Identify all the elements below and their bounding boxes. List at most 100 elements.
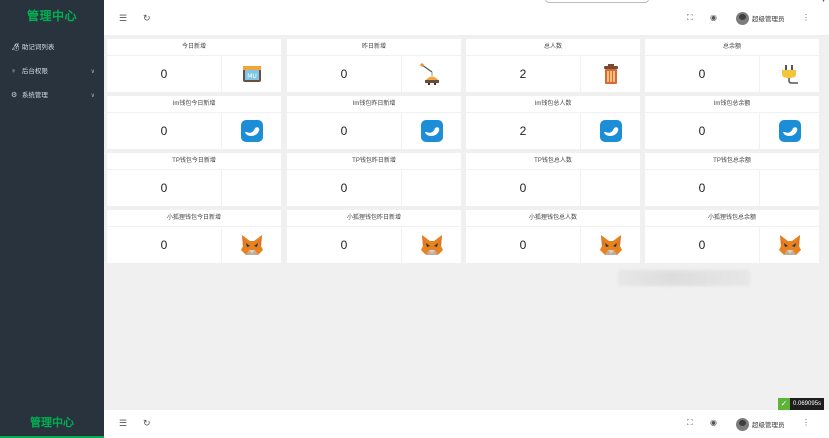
timer-value: 0.069095s [793, 401, 822, 407]
sidebar-item-permissions[interactable]: ♀︎ 后台权限 ∨ [0, 60, 104, 84]
stat-card-value: 0 [519, 238, 527, 252]
menu-toggle-icon[interactable]: ☰ [119, 418, 127, 428]
stat-card-title: Im钱包总人数 [466, 96, 640, 113]
stat-card-value: 0 [698, 181, 706, 195]
footer-brand[interactable]: 管理中心 [0, 410, 104, 437]
stat-card: 小狐狸钱包昨日新增 0 [287, 210, 461, 263]
blurred-overlay [618, 270, 750, 286]
trash-can-icon [602, 63, 620, 85]
menu-toggle-icon[interactable]: ☰ [119, 13, 127, 23]
stat-card-title: Im钱包今日新增 [107, 96, 281, 113]
top-header: ▼ ☰ ↻ ⛶ ◉ 超级管理员 ⋮ [104, 0, 829, 36]
theme-icon[interactable]: ◉ [710, 13, 717, 23]
stat-card-title: 小狐狸钱包总人数 [466, 210, 640, 227]
metamask-fox-icon [599, 234, 623, 256]
refresh-icon[interactable]: ↻ [143, 13, 151, 23]
stat-card-title: TP钱包总余额 [645, 153, 819, 170]
stat-card-value: 0 [340, 181, 348, 195]
stat-card-icon-box [401, 170, 461, 206]
stat-card-title: 小狐狸钱包今日新增 [107, 210, 281, 227]
caret-down-icon[interactable]: ▼ [821, 0, 826, 4]
refresh-icon[interactable]: ↻ [143, 418, 151, 428]
stat-card-value: 0 [698, 67, 706, 81]
debug-timer[interactable]: ✓ 0.069095s [778, 398, 825, 410]
stat-card-title: TP钱包今日新增 [107, 153, 281, 170]
stat-card: 今日新增 0 [107, 39, 281, 92]
sidebar-item-system[interactable]: ⚙︎ 系统管理 ∨ [0, 84, 104, 108]
plug-icon [779, 63, 801, 85]
user-name: 超级管理员 [752, 422, 785, 429]
stat-card-title: 小狐狸钱包总余额 [645, 210, 819, 227]
stat-card-icon-box [401, 227, 461, 263]
stat-card: 总人数 2 [466, 39, 640, 92]
lock-icon: 🔏︎ [11, 44, 20, 51]
user-icon: ♀︎ [11, 68, 17, 75]
stat-card-icon-box [221, 170, 281, 206]
stat-card: 小狐狸钱包总人数 0 [466, 210, 640, 263]
stat-card-icon-box [221, 227, 281, 263]
stat-card-icon-box [221, 113, 281, 149]
stat-card-value: 0 [160, 181, 168, 195]
stat-card-value: 2 [519, 67, 527, 81]
stat-card: TP钱包总余额 0 [645, 153, 819, 206]
stat-card: TP钱包总人数 0 [466, 153, 640, 206]
user-menu[interactable]: 超级管理员 [736, 11, 785, 25]
stat-card-title: TP钱包总人数 [466, 153, 640, 170]
stat-card: 小狐狸钱包今日新增 0 [107, 210, 281, 263]
metamask-fox-icon [778, 234, 802, 256]
stat-card-value: 2 [519, 124, 527, 138]
stat-card-value: 0 [340, 124, 348, 138]
stat-card: Im钱包今日新增 0 [107, 96, 281, 149]
stat-card: 总余额 0 [645, 39, 819, 92]
metamask-fox-icon [420, 234, 444, 256]
stat-card-title: 昨日新增 [287, 39, 461, 56]
footer-sidebar: 管理中心 [0, 410, 104, 438]
stat-card: 小狐狸钱包总余额 0 [645, 210, 819, 263]
stat-card-icon-box [580, 227, 640, 263]
stat-card-title: 总人数 [466, 39, 640, 56]
stat-card-title: Im钱包总余额 [645, 96, 819, 113]
chevron-down-icon: ∨ [90, 69, 95, 75]
stat-card-value: 0 [340, 238, 348, 252]
stat-card-icon-box [759, 227, 819, 263]
metamask-fox-icon [240, 234, 264, 256]
stat-card-icon-box [401, 113, 461, 149]
stat-card: TP钱包昨日新增 0 [287, 153, 461, 206]
fullscreen-icon[interactable]: ⛶ [687, 13, 693, 23]
user-menu[interactable]: 超级管理员 [736, 417, 785, 431]
stat-card-value: 0 [340, 67, 348, 81]
fullscreen-icon[interactable]: ⛶ [687, 418, 693, 428]
stat-card: TP钱包今日新增 0 [107, 153, 281, 206]
stat-card-title: 小狐狸钱包昨日新增 [287, 210, 461, 227]
chevron-down-icon: ∨ [90, 93, 95, 99]
stat-card-icon-box [221, 56, 281, 92]
avatar [736, 417, 749, 431]
user-name: 超级管理员 [752, 16, 785, 23]
fishing-icon [420, 63, 444, 85]
more-icon[interactable]: ⋮ [802, 418, 810, 428]
imtoken-icon [600, 120, 622, 142]
stat-card: Im钱包昨日新增 0 [287, 96, 461, 149]
stat-card-value: 0 [160, 238, 168, 252]
theme-icon[interactable]: ◉ [710, 418, 717, 428]
imtoken-icon [421, 120, 443, 142]
bottom-bar: 管理中心 ☰ ↻ ⛶ ◉ 超级管理员 ⋮ [0, 410, 829, 438]
sidebar-item-mnemonics[interactable]: 🔏︎ 助记词列表 [0, 36, 104, 60]
stat-card-icon-box [580, 56, 640, 92]
stat-card-icon-box [759, 56, 819, 92]
sidebar-logo[interactable]: 管理中心 [0, 0, 104, 36]
stat-card-title: 今日新增 [107, 39, 281, 56]
stat-card-title: TP钱包昨日新增 [287, 153, 461, 170]
tab-bar-fragment[interactable] [545, 0, 649, 3]
stat-card-icon-box [580, 113, 640, 149]
stat-card-value: 0 [160, 67, 168, 81]
calendar-icon [242, 65, 262, 83]
imtoken-icon [779, 120, 801, 142]
dashboard-content: 今日新增 0 昨日新增 0 总人数 2 总余额 0 Im钱包今日新增 0 Im钱包昨日新增 0 Im钱包… [104, 36, 829, 410]
stat-card-icon-box [759, 113, 819, 149]
leaf-icon: ✓ [778, 398, 790, 410]
more-icon[interactable]: ⋮ [802, 13, 810, 23]
stat-card-title: Im钱包昨日新增 [287, 96, 461, 113]
stat-card-value: 0 [698, 238, 706, 252]
stat-card: Im钱包总余额 0 [645, 96, 819, 149]
